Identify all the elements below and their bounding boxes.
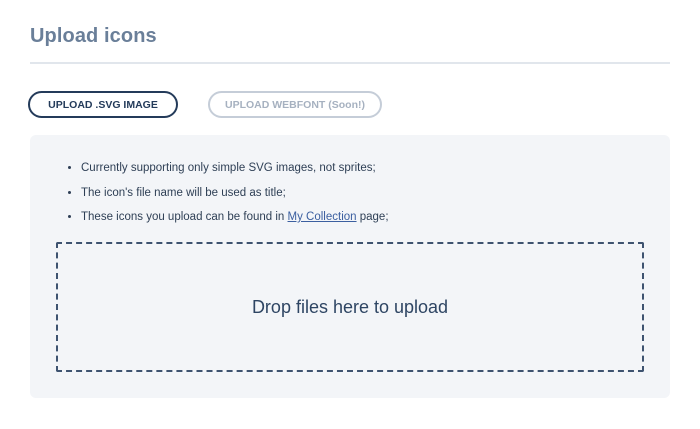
info-list: Currently supporting only simple SVG ima…	[68, 161, 389, 235]
file-dropzone[interactable]: Drop files here to upload	[56, 242, 644, 372]
upload-svg-button[interactable]: UPLOAD .SVG IMAGE	[28, 91, 178, 118]
info-item-file-name: The icon's file name will be used as tit…	[81, 186, 389, 211]
title-divider	[30, 62, 670, 64]
info-item-collection-prefix: These icons you upload can be found in	[81, 211, 288, 223]
page-title: Upload icons	[30, 25, 157, 47]
upload-webfont-button[interactable]: UPLOAD WEBFONT (Soon!)	[208, 91, 382, 118]
dropzone-label: Drop files here to upload	[251, 296, 449, 317]
my-collection-link[interactable]: My Collection	[288, 211, 357, 223]
info-item-svg-support: Currently supporting only simple SVG ima…	[81, 161, 389, 186]
upload-panel: Currently supporting only simple SVG ima…	[30, 135, 670, 398]
info-item-collection-suffix: page;	[356, 211, 389, 223]
info-item-collection: These icons you upload can be found in M…	[81, 210, 389, 235]
